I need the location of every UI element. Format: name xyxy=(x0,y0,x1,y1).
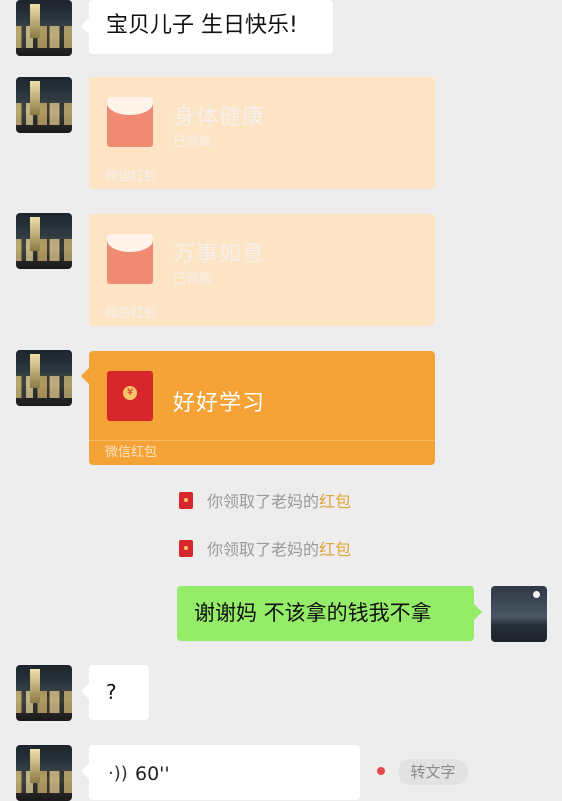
notice-text: 你领取了老妈的 xyxy=(207,492,320,511)
system-notice: 你领取了老妈的 红包 xyxy=(179,488,351,512)
contact-avatar[interactable] xyxy=(16,745,72,801)
contact-avatar[interactable] xyxy=(16,665,72,721)
red-packet-footer: 微信红包 xyxy=(89,440,435,465)
red-packet-card[interactable]: 身体健康 已领取 微信红包 xyxy=(89,77,435,189)
message-bubble[interactable]: 宝贝儿子 生日快乐! xyxy=(81,0,333,54)
voice-message-bubble[interactable]: ·)) 60'' xyxy=(81,745,360,800)
red-packet-icon xyxy=(107,371,153,421)
red-packet-status: 已领取 xyxy=(173,135,213,150)
message-text: ? xyxy=(106,680,117,704)
red-packet-status: 已领取 xyxy=(173,272,213,287)
red-packet-mini-icon xyxy=(179,539,193,557)
contact-avatar[interactable] xyxy=(16,350,72,406)
contact-avatar[interactable] xyxy=(16,77,72,133)
notice-link[interactable]: 红包 xyxy=(319,536,351,560)
red-packet-icon xyxy=(107,234,153,284)
red-packet-mini-icon xyxy=(179,491,193,509)
red-packet-title: 好好学习 xyxy=(173,391,266,416)
red-packet-title: 万事如意 xyxy=(173,242,266,267)
message-bubble-sent[interactable]: 谢谢妈 不该拿的钱我不拿 xyxy=(177,586,482,641)
transcribe-button[interactable]: 转文字 xyxy=(398,759,468,785)
red-packet-title: 身体健康 xyxy=(173,105,266,130)
contact-avatar[interactable] xyxy=(16,0,72,56)
red-packet-card[interactable]: 好好学习 微信红包 xyxy=(89,351,435,465)
contact-avatar[interactable] xyxy=(16,213,72,269)
red-packet-footer: 微信红包 xyxy=(105,169,158,184)
system-notice: 你领取了老妈的 红包 xyxy=(179,536,351,560)
red-packet-icon xyxy=(107,97,153,147)
unread-dot xyxy=(377,767,385,775)
notice-text: 你领取了老妈的 xyxy=(207,540,320,559)
message-bubble[interactable]: ? xyxy=(81,665,149,720)
red-packet-card[interactable]: 万事如意 已领取 微信红包 xyxy=(89,214,435,326)
notice-link[interactable]: 红包 xyxy=(319,488,351,512)
voice-duration: 60'' xyxy=(135,763,170,785)
bubble-tail xyxy=(81,368,89,384)
message-text: 谢谢妈 不该拿的钱我不拿 xyxy=(194,601,432,625)
user-avatar[interactable] xyxy=(491,586,547,642)
red-packet-footer: 微信红包 xyxy=(105,306,158,321)
voice-wave-icon: ·)) xyxy=(108,763,128,784)
message-text: 宝贝儿子 生日快乐! xyxy=(106,13,298,38)
